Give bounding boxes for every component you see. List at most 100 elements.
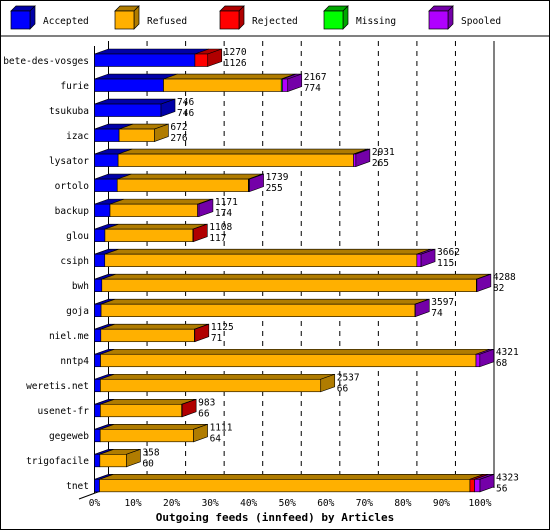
x-tick-label: 0% bbox=[89, 498, 101, 509]
x-tick-label: 100% bbox=[469, 498, 492, 509]
bar-top-refused bbox=[118, 148, 368, 155]
bar-segment-spooled bbox=[416, 253, 422, 267]
accepted-label: 774 bbox=[304, 83, 321, 94]
accepted-label: 174 bbox=[215, 208, 232, 219]
accepted-label: 746 bbox=[177, 108, 194, 119]
total-label: 1125 bbox=[211, 322, 234, 333]
x-tick-label: 30% bbox=[202, 498, 219, 509]
row-label: weretis.net bbox=[26, 381, 89, 392]
accepted-label: 74 bbox=[431, 308, 443, 319]
total-label: 1171 bbox=[215, 197, 238, 208]
bar-top-refused bbox=[109, 198, 212, 205]
bar-segment-accepted bbox=[94, 353, 101, 368]
total-label: 1739 bbox=[266, 172, 289, 183]
row-label: bete-des-vosges bbox=[3, 56, 89, 67]
total-label: 358 bbox=[142, 447, 159, 458]
bar-segment-refused bbox=[104, 253, 418, 267]
x-tick-label: 90% bbox=[433, 498, 450, 509]
row-label: tnet bbox=[66, 481, 89, 492]
row-label: izac bbox=[66, 131, 89, 142]
bar-segment-refused bbox=[100, 328, 195, 343]
row-label: niel.me bbox=[49, 331, 89, 342]
bar-segment-accepted bbox=[94, 78, 164, 92]
bar-top-refused bbox=[100, 298, 430, 305]
row-label: bwh bbox=[72, 281, 89, 292]
accepted-label: 64 bbox=[210, 433, 222, 444]
bar-segment-accepted bbox=[94, 454, 101, 468]
legend-label-spooled: Spooled bbox=[461, 16, 501, 27]
total-label: 3662 bbox=[437, 247, 460, 258]
bar-segment-spooled bbox=[474, 479, 481, 493]
bar-segment-refused bbox=[109, 203, 198, 217]
accepted-label: 115 bbox=[437, 258, 454, 269]
bar-top-refused bbox=[104, 248, 431, 255]
total-label: 3597 bbox=[431, 297, 454, 308]
accepted-label: 56 bbox=[496, 483, 508, 494]
accepted-label: 60 bbox=[142, 458, 154, 469]
bar-segment-accepted bbox=[94, 328, 102, 343]
row-label: usenet-fr bbox=[38, 406, 90, 417]
row-label: tsukuba bbox=[49, 106, 89, 117]
bar-segment-refused bbox=[163, 78, 282, 92]
bar-segment-refused bbox=[99, 428, 194, 443]
total-label: 672 bbox=[170, 122, 187, 133]
bar-segment-accepted bbox=[94, 178, 118, 192]
bar-segment-accepted bbox=[94, 378, 101, 393]
total-label: 4321 bbox=[496, 347, 519, 358]
bar-segment-accepted bbox=[94, 228, 106, 242]
x-tick-label: 40% bbox=[240, 498, 257, 509]
bar-segment-refused bbox=[100, 303, 416, 318]
bar-top-refused bbox=[117, 173, 263, 180]
row-label: nntp4 bbox=[60, 356, 89, 367]
bar-top-refused bbox=[163, 73, 296, 80]
bar-segment-accepted bbox=[94, 53, 196, 67]
bar-segment-accepted bbox=[94, 128, 120, 142]
bar-top-refused bbox=[100, 373, 335, 380]
total-label: 2931 bbox=[372, 147, 395, 158]
bar-segment-rejected bbox=[194, 53, 209, 67]
bar-segment-accepted bbox=[94, 203, 111, 217]
row-label: gegeweb bbox=[49, 431, 89, 442]
row-label: trigofacile bbox=[26, 456, 89, 467]
bar-segment-spooled bbox=[282, 78, 289, 92]
legend-label-rejected: Rejected bbox=[252, 16, 298, 27]
bar-top-refused bbox=[104, 223, 207, 230]
legend-label-accepted: Accepted bbox=[43, 16, 89, 27]
total-label: 1108 bbox=[209, 222, 232, 233]
x-tick-label: 10% bbox=[124, 498, 141, 509]
total-label: 2167 bbox=[304, 72, 327, 83]
bar-top-refused bbox=[101, 273, 491, 280]
row-label: csiph bbox=[60, 256, 89, 267]
bar-segment-spooled bbox=[475, 353, 481, 368]
accepted-label: 66 bbox=[198, 408, 210, 419]
legend-swatch-rejected bbox=[219, 10, 240, 30]
bar-segment-accepted bbox=[94, 403, 101, 418]
accepted-label: 82 bbox=[493, 283, 504, 294]
accepted-label: 71 bbox=[211, 333, 223, 344]
x-tick-label: 70% bbox=[356, 498, 373, 509]
bar-top-refused bbox=[100, 423, 208, 430]
bar-segment-spooled bbox=[353, 153, 357, 167]
total-label: 2537 bbox=[337, 372, 360, 383]
bar-segment-accepted bbox=[94, 253, 106, 267]
row-label: glou bbox=[66, 231, 89, 242]
legend-swatch-refused bbox=[114, 10, 135, 30]
x-tick-label: 60% bbox=[317, 498, 334, 509]
bar-top-refused bbox=[100, 348, 491, 355]
bar-segment-refused bbox=[100, 403, 183, 418]
total-label: 983 bbox=[198, 397, 215, 408]
bar-segment-rejected bbox=[469, 479, 475, 493]
bar-segment-accepted bbox=[94, 278, 103, 292]
bar-segment-accepted bbox=[94, 103, 162, 117]
accepted-label: 66 bbox=[337, 383, 349, 394]
row-label: furie bbox=[60, 81, 89, 92]
x-axis-title: Outgoing feeds (innfeed) by Articles bbox=[156, 511, 394, 524]
bar-top-refused bbox=[99, 474, 485, 480]
legend-swatch-accepted bbox=[10, 10, 31, 30]
legend-swatch-missing bbox=[323, 10, 344, 30]
total-label: 4323 bbox=[496, 472, 519, 483]
bar-segment-refused bbox=[116, 178, 249, 192]
bar-segment-accepted bbox=[94, 428, 101, 443]
bar-segment-refused bbox=[117, 153, 354, 167]
total-label: 746 bbox=[177, 97, 194, 108]
